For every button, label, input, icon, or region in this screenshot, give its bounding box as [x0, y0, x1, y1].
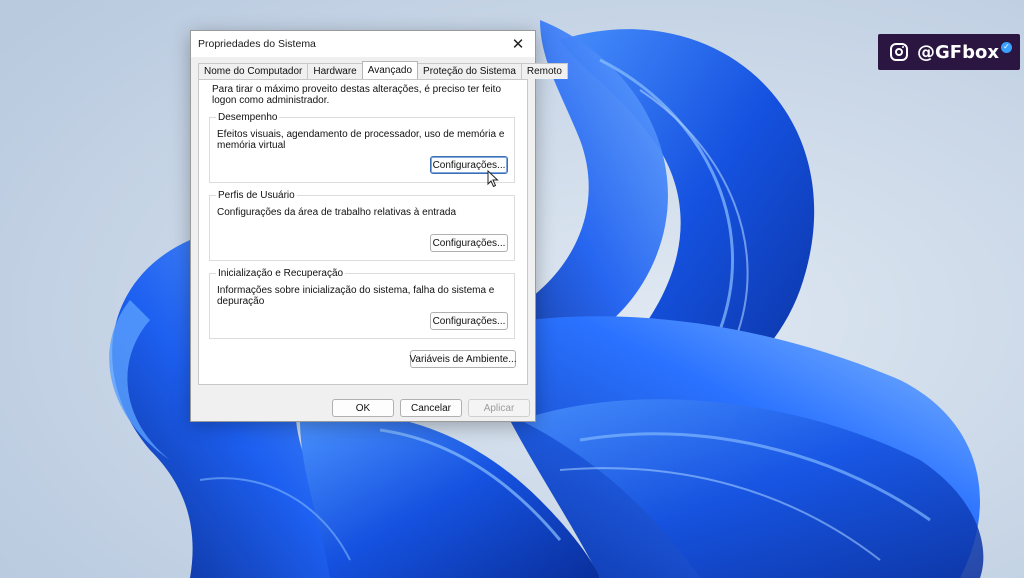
ok-button[interactable]: OK: [332, 399, 394, 417]
startup-recovery-group: Inicialização e Recuperação Informações …: [209, 268, 515, 339]
verified-check-icon: ✓: [1000, 41, 1012, 53]
tab-hardware[interactable]: Hardware: [307, 63, 363, 79]
mouse-pointer-icon: [487, 170, 499, 188]
user-profiles-description: Configurações da área de trabalho relati…: [217, 207, 457, 218]
apply-button[interactable]: Aplicar: [468, 399, 530, 417]
desktop: @GFbox ✓ Propriedades do Sistema ✕ Nome …: [0, 0, 1024, 578]
title-bar: Propriedades do Sistema ✕: [191, 31, 535, 57]
system-properties-dialog: Propriedades do Sistema ✕ Nome do Comput…: [190, 30, 568, 422]
tab-strip: Nome do Computador Hardware Avançado Pro…: [198, 61, 568, 79]
performance-group: Desempenho Efeitos visuais, agendamento …: [209, 112, 515, 183]
channel-handle: @GFbox: [917, 41, 999, 63]
startup-recovery-description: Informações sobre inicialização do siste…: [217, 285, 495, 307]
user-profiles-group: Perfis de Usuário Configurações da área …: [209, 190, 515, 261]
performance-description: Efeitos visuais, agendamento de processa…: [217, 129, 505, 151]
tab-system-protection[interactable]: Proteção do Sistema: [417, 63, 522, 79]
admin-note: Para tirar o máximo proveito destas alte…: [212, 84, 502, 106]
environment-variables-button[interactable]: Variáveis de Ambiente...: [409, 350, 517, 368]
user-profiles-legend: Perfis de Usuário: [216, 190, 297, 201]
tab-computer-name[interactable]: Nome do Computador: [198, 63, 309, 79]
performance-legend: Desempenho: [216, 112, 280, 123]
user-profiles-settings-button[interactable]: Configurações...: [430, 234, 508, 252]
channel-badge: @GFbox ✓: [878, 34, 1020, 70]
startup-recovery-legend: Inicialização e Recuperação: [216, 268, 346, 279]
instagram-icon: [890, 43, 908, 61]
close-icon[interactable]: ✕: [501, 31, 535, 57]
cancel-button[interactable]: Cancelar: [400, 399, 462, 417]
advanced-tab-panel: Para tirar o máximo proveito destas alte…: [198, 79, 528, 385]
startup-recovery-settings-button[interactable]: Configurações...: [430, 312, 508, 330]
tab-advanced[interactable]: Avançado: [361, 61, 419, 79]
tab-remote[interactable]: Remoto: [520, 63, 568, 79]
dialog-title: Propriedades do Sistema: [198, 38, 316, 50]
